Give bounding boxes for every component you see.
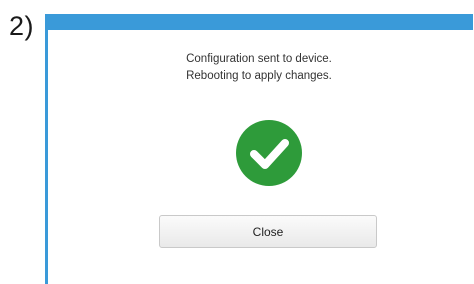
check-circle-icon — [236, 120, 302, 186]
reboot-dialog: Configuration sent to device. Rebooting … — [45, 14, 473, 284]
status-message: Configuration sent to device. Rebooting … — [48, 51, 470, 85]
status-message-line-2: Rebooting to apply changes. — [186, 70, 332, 82]
status-message-line-1: Configuration sent to device. — [186, 53, 332, 65]
dialog-title-bar — [45, 14, 473, 30]
close-button[interactable]: Close — [159, 215, 377, 248]
step-label: 2) — [9, 11, 35, 41]
screenshot-page: 2) Configuration sent to device. Rebooti… — [0, 0, 474, 284]
